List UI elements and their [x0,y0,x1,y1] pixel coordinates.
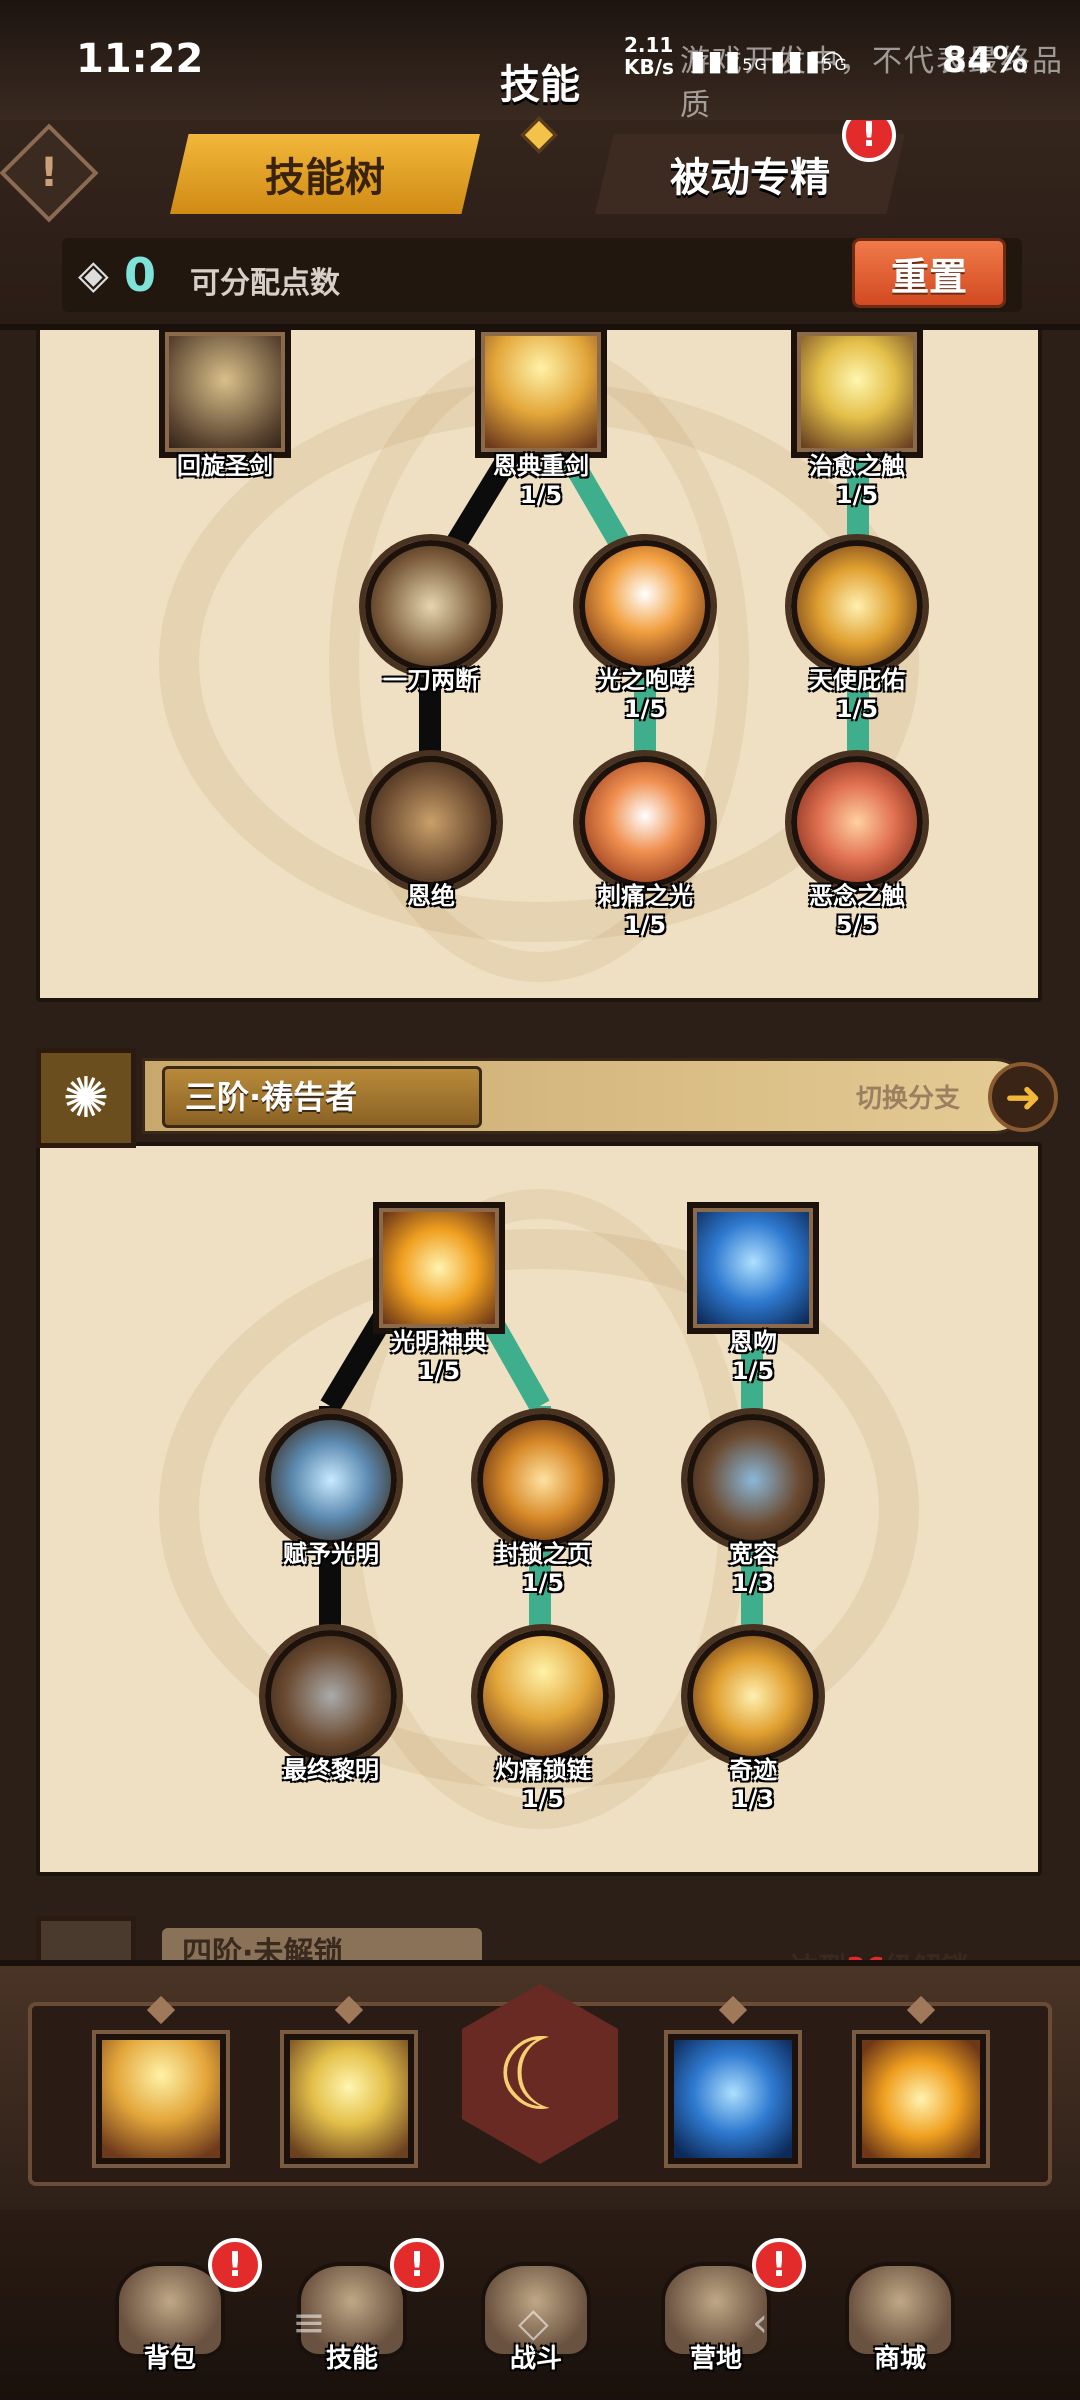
skill-node-en-kiss[interactable]: 恩吻 1/5 [668,1202,838,1385]
tier2-panel: 回旋圣剑 恩典重剑 1/5 治愈之触 1/5 一刀两断 光之咆哮 1/5 天使庇… [36,322,1042,1002]
skill-level: 1/5 [835,695,879,723]
skill-node-bestow-light[interactable]: 赋予光明 [246,1414,416,1569]
malice-touch-icon [791,756,923,888]
skill-level: 1/5 [731,1357,775,1385]
seal-page-icon [477,1414,609,1546]
searing-chain-icon [477,1630,609,1762]
tolerance-icon [687,1414,819,1546]
skill-node-angel-blessing[interactable]: 天使庇佑 1/5 [772,540,942,723]
skill-node-final-dawn[interactable]: 最终黎明 [246,1630,416,1785]
skill-name: 刺痛之光 [597,882,693,910]
skill-name: 恩典重剑 [493,452,589,480]
fist-icon [365,756,497,888]
skills-alert-badge: ! [390,2238,444,2292]
equipped-slot-1[interactable] [96,1995,226,2164]
miracle-icon [687,1630,819,1762]
skill-node-healing-touch[interactable]: 治愈之触 1/5 [772,326,942,509]
switch-branch-label[interactable]: 切换分支 [856,1078,960,1115]
tier3-panel: 光明神典 1/5 恩吻 1/5 赋予光明 封锁之页 1/5 宽容 1/3 最终黎… [36,1142,1042,1876]
system-home-icon[interactable]: ◇ [518,2300,549,2346]
skill-name: 灼痛锁链 [495,1756,591,1784]
skill-name: 赋予光明 [283,1540,379,1568]
skill-level: 1/3 [731,1785,775,1813]
equipped-slot-4[interactable] [856,1995,986,2164]
skill-level: 1/5 [519,481,563,509]
skill-name: 天使庇佑 [809,666,905,694]
skill-level: 5/5 [835,911,879,939]
bestow-light-icon [265,1414,397,1546]
skill-node-grace-heavy-sword[interactable]: 恩典重剑 1/5 [456,326,626,509]
skill-name: 治愈之触 [809,452,905,480]
skill-node-light-roar[interactable]: 光之咆哮 1/5 [560,540,730,723]
skill-level: 1/5 [521,1785,565,1813]
skill-node-miracle[interactable]: 奇迹 1/3 [668,1630,838,1813]
skill-node-one-cut[interactable]: 一刀两断 [346,540,516,695]
equipped-slot-3[interactable] [668,1995,798,2164]
skill-level: 1/5 [417,1357,461,1385]
final-dawn-icon [265,1630,397,1762]
light-roar-icon [579,540,711,672]
skill-name: 宽容 [729,1540,777,1568]
skill-name: 一刀两断 [383,666,479,694]
spin-sword-icon [159,326,291,458]
skill-level: 1/5 [835,481,879,509]
skill-name: 恩吻 [729,1328,777,1356]
skill-name: 奇迹 [729,1756,777,1784]
backpack-alert-badge: ! [208,2238,262,2292]
skill-name: 最终黎明 [283,1756,379,1784]
nav-label: 商城 [873,2344,926,2374]
tab-skill-tree[interactable]: 技能树 [170,134,480,214]
skill-node-seal-page[interactable]: 封锁之页 1/5 [458,1414,628,1597]
switch-branch-arrow-icon[interactable]: ➜ [988,1062,1058,1132]
skill-level: 1/3 [731,1569,775,1597]
light-codex-icon [373,1202,505,1334]
reset-button[interactable]: 重置 [852,238,1006,308]
skill-point-icon: ◈ [78,252,109,298]
system-menu-icon[interactable]: ≡ [292,2300,326,2346]
skill-name: 封锁之页 [495,1540,591,1568]
page-title: 技能 [500,62,580,108]
skill-name: 恶念之触 [809,882,905,910]
healing-touch-icon [791,326,923,458]
nav-label: 背包 [143,2344,196,2374]
equipped-slot-2[interactable] [284,1995,414,2164]
points-value: 0 [124,248,157,302]
warning-icon-glyph: ! [39,150,59,196]
skill-name: 回旋圣剑 [177,452,273,480]
heavy-sword-icon [475,326,607,458]
points-label: 可分配点数 [190,266,340,301]
system-back-icon[interactable]: ‹ [752,2300,768,2346]
skill-level: 1/5 [623,695,667,723]
skill-node-en-jue[interactable]: 恩绝 [346,756,516,911]
skill-node-light-codex[interactable]: 光明神典 1/5 [354,1202,524,1385]
skill-node-stinging-light[interactable]: 刺痛之光 1/5 [560,756,730,939]
tier3-branch-header: ✺ 三阶·祷告者 切换分支 ➜ [36,1048,1058,1148]
skill-screen: 11:22 2.11 KB/s ▮▮▮5G ▮▮▮5G ◠ 游戏开发中，不代表最终… [0,0,1080,2400]
skill-level: 1/5 [623,911,667,939]
sun-emblem-icon: ✺ [36,1048,136,1148]
kiss-icon [687,1202,819,1334]
skill-node-spin-sword[interactable]: 回旋圣剑 [140,326,310,481]
skill-node-malice-touch[interactable]: 恶念之触 5/5 [772,756,942,939]
skill-level: 1/5 [521,1569,565,1597]
skill-node-tolerance[interactable]: 宽容 1/3 [668,1414,838,1597]
tier3-title: 三阶·祷告者 [162,1066,482,1128]
nav-shop[interactable]: 商城 [830,2262,970,2392]
one-cut-icon [365,540,497,672]
angel-blessing-icon [791,540,923,672]
skill-name: 恩绝 [407,882,455,910]
stinging-light-icon [579,756,711,888]
skill-node-searing-chain[interactable]: 灼痛锁链 1/5 [458,1630,628,1813]
camp-alert-badge: ! [752,2238,806,2292]
skill-name: 光之咆哮 [597,666,693,694]
skill-name: 光明神典 [391,1328,487,1356]
